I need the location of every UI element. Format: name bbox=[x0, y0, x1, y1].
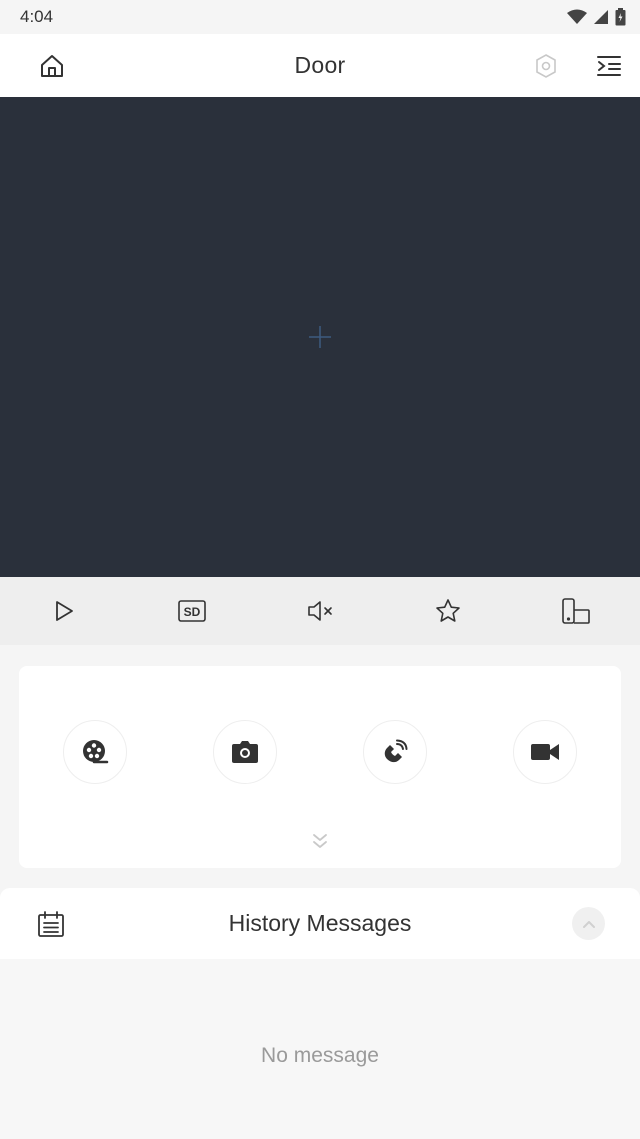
sd-quality-button[interactable]: SD bbox=[162, 577, 222, 645]
status-bar: 4:04 bbox=[0, 0, 640, 34]
talk-button[interactable] bbox=[363, 720, 427, 784]
calendar-icon bbox=[38, 911, 64, 937]
play-button[interactable] bbox=[34, 577, 94, 645]
film-reel-icon bbox=[83, 740, 109, 764]
album-button[interactable] bbox=[63, 720, 127, 784]
star-icon bbox=[436, 599, 460, 622]
mute-button[interactable] bbox=[290, 577, 350, 645]
double-chevron-down-icon bbox=[313, 834, 327, 848]
svg-text:SD: SD bbox=[184, 605, 201, 619]
chevron-up-icon bbox=[582, 920, 595, 928]
snapshot-button[interactable] bbox=[213, 720, 277, 784]
wifi-icon bbox=[567, 9, 587, 24]
sd-icon: SD bbox=[178, 600, 206, 622]
app-header: Door bbox=[0, 34, 640, 97]
status-icons bbox=[567, 8, 626, 26]
battery-icon bbox=[615, 8, 626, 26]
play-icon bbox=[56, 601, 73, 621]
history-header: History Messages bbox=[0, 888, 640, 959]
video-camera-icon bbox=[531, 744, 559, 760]
favorite-button[interactable] bbox=[418, 577, 478, 645]
expand-more-button[interactable] bbox=[305, 828, 335, 854]
home-button[interactable] bbox=[27, 34, 77, 97]
phone-rotate-icon bbox=[562, 598, 590, 624]
menu-icon bbox=[597, 55, 621, 76]
settings-button[interactable] bbox=[521, 34, 571, 97]
status-time: 4:04 bbox=[20, 7, 54, 26]
video-player[interactable] bbox=[0, 97, 640, 577]
plus-icon[interactable] bbox=[307, 324, 333, 350]
history-panel: History Messages No message bbox=[0, 888, 640, 1139]
action-card bbox=[19, 666, 621, 868]
menu-button[interactable] bbox=[584, 34, 634, 97]
collapse-history-button[interactable] bbox=[572, 907, 605, 940]
empty-message: No message bbox=[261, 1044, 379, 1067]
history-calendar bbox=[34, 908, 68, 940]
page-title: Door bbox=[294, 52, 346, 78]
settings-icon bbox=[536, 53, 556, 78]
home-icon bbox=[41, 54, 63, 77]
camera-icon bbox=[232, 741, 258, 763]
history-title: History Messages bbox=[228, 910, 412, 936]
signal-icon bbox=[594, 10, 608, 24]
phone-call-icon bbox=[384, 739, 408, 763]
mute-icon bbox=[308, 601, 332, 621]
video-control-bar: SD bbox=[0, 577, 640, 645]
record-button[interactable] bbox=[513, 720, 577, 784]
rotate-screen-button[interactable] bbox=[546, 577, 606, 645]
